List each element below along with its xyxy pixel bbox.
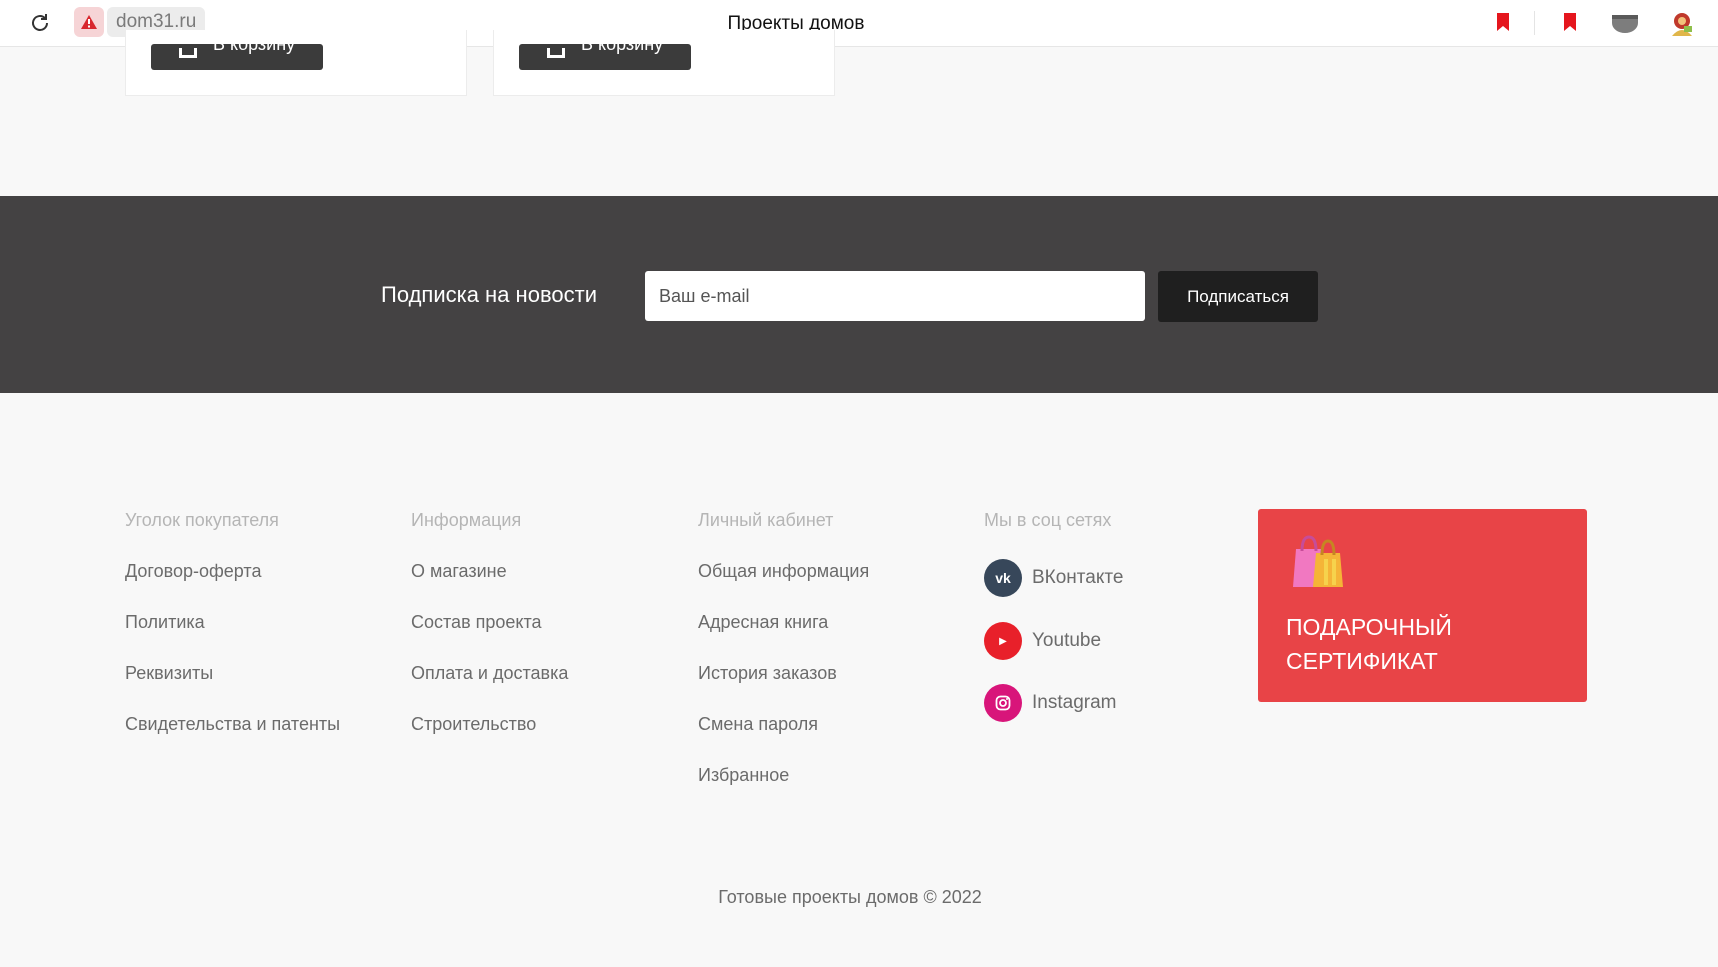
bookmark-filled-icon[interactable]	[1563, 12, 1577, 37]
footer-link[interactable]: Избранное	[698, 765, 869, 789]
add-to-cart-button[interactable]: В корзину	[151, 44, 323, 70]
footer-link[interactable]: Договор-оферта	[125, 561, 340, 585]
vk-icon: vk	[984, 559, 1022, 597]
social-link-youtube[interactable]: ▶ Youtube	[984, 622, 1101, 660]
footer-link[interactable]: Состав проекта	[411, 612, 568, 636]
bookmark-icon[interactable]	[1496, 12, 1510, 37]
avatar-icon[interactable]	[1668, 10, 1696, 43]
instagram-icon	[984, 684, 1022, 722]
footer-column-buyer: Уголок покупателя Договор-оферта Политик…	[125, 510, 340, 738]
column-title: Мы в соц сетях	[984, 510, 1112, 530]
footer-column-info: Информация О магазине Состав проекта Опл…	[411, 510, 568, 738]
shopping-bags-icon	[1286, 529, 1348, 596]
copyright: Готовые проекты домов © 2022	[718, 887, 982, 907]
footer-link[interactable]: Реквизиты	[125, 663, 340, 687]
product-card: В корзину	[493, 30, 835, 96]
email-input[interactable]	[645, 271, 1145, 321]
youtube-icon: ▶	[984, 622, 1022, 660]
footer-link[interactable]: Свидетельства и патенты	[125, 714, 340, 738]
gift-certificate-banner[interactable]: ПОДАРОЧНЫЙ СЕРТИФИКАТ	[1258, 509, 1587, 702]
cart-icon	[547, 48, 565, 58]
footer-link[interactable]: Политика	[125, 612, 340, 636]
footer-link[interactable]: История заказов	[698, 663, 869, 687]
column-title: Информация	[411, 510, 522, 530]
social-link-instagram[interactable]: Instagram	[984, 684, 1116, 722]
add-to-cart-button[interactable]: В корзину	[519, 44, 691, 70]
product-card: В корзину	[125, 30, 467, 96]
footer-link[interactable]: Оплата и доставка	[411, 663, 568, 687]
subscribe-button[interactable]: Подписаться	[1158, 271, 1318, 322]
footer-link[interactable]: Строительство	[411, 714, 568, 738]
footer-column-social: Мы в соц сетях	[984, 510, 1111, 534]
footer-link[interactable]: Общая информация	[698, 561, 869, 585]
newsletter-label: Подписка на новости	[381, 282, 597, 307]
footer-link[interactable]: Адресная книга	[698, 612, 869, 636]
footer-column-account: Личный кабинет Общая информация Адресная…	[698, 510, 869, 789]
cart-icon	[179, 48, 197, 58]
newsletter-section: Подписка на новости Подписаться	[0, 196, 1718, 393]
footer-link[interactable]: О магазине	[411, 561, 568, 585]
toolbar-divider	[1534, 11, 1535, 35]
footer-link[interactable]: Смена пароля	[698, 714, 869, 738]
column-title: Личный кабинет	[698, 510, 834, 530]
column-title: Уголок покупателя	[125, 510, 279, 530]
social-link-vk[interactable]: vk ВКонтакте	[984, 559, 1123, 597]
gift-certificate-label: ПОДАРОЧНЫЙ СЕРТИФИКАТ	[1286, 614, 1452, 674]
extension-icon[interactable]	[1611, 12, 1639, 39]
